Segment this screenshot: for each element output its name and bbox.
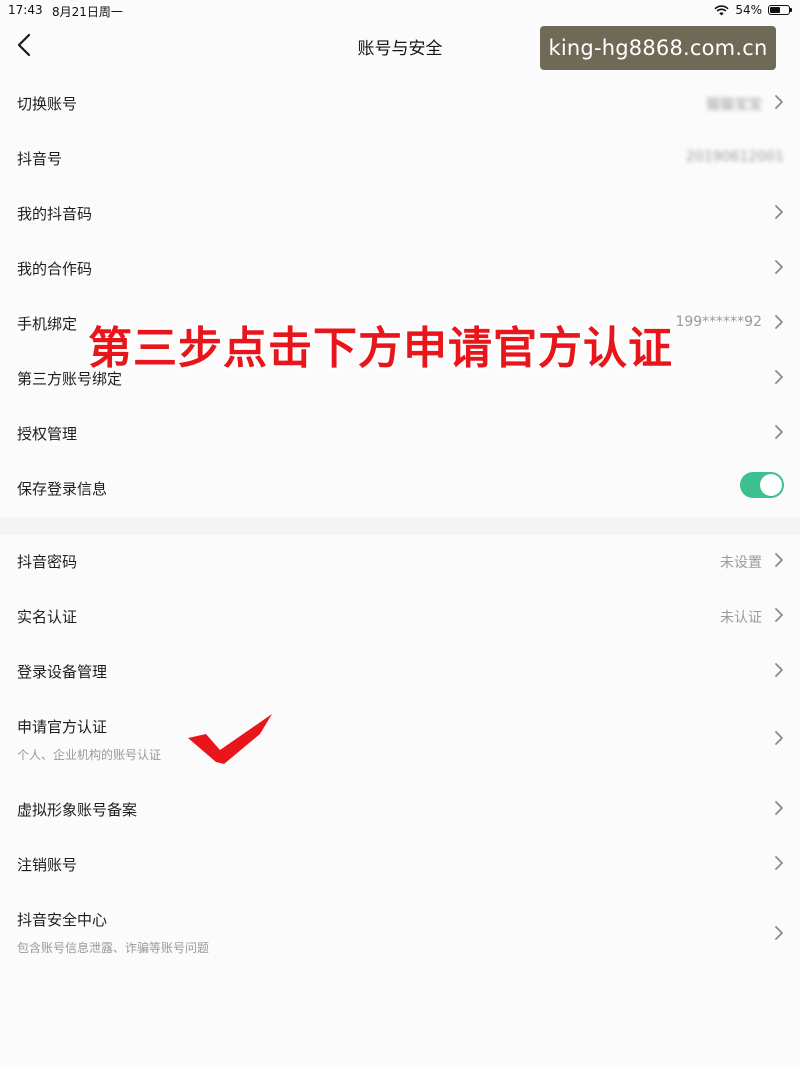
- status-bar: 17:43 8月21日周一 54%: [0, 0, 800, 20]
- chevron-right-icon: [775, 731, 783, 745]
- row-label: 授权管理: [17, 425, 78, 443]
- row-save-login-info: 保存登录信息: [0, 460, 800, 515]
- instruction-banner: 第三步点击下方申请官方认证: [88, 323, 673, 374]
- chevron-right-icon: [775, 663, 783, 677]
- account-security-page: 17:43 8月21日周一 54% 账号与安全 king-hg8868.com.…: [0, 0, 800, 1067]
- chevron-right-icon: [775, 856, 783, 870]
- row-value: 猫猫宝宝: [706, 97, 762, 113]
- chevron-right-icon: [775, 926, 783, 940]
- battery-percent: 54%: [735, 3, 762, 17]
- chevron-right-icon: [775, 315, 783, 329]
- row-label: 登录设备管理: [17, 663, 108, 681]
- row-real-name-verification[interactable]: 实名认证 未认证: [0, 588, 800, 643]
- battery-icon: [768, 5, 792, 15]
- row-label: 我的合作码: [17, 260, 93, 278]
- row-label: 抖音号: [17, 150, 63, 168]
- row-label: 注销账号: [17, 856, 78, 874]
- chevron-right-icon: [775, 425, 783, 439]
- row-label: 手机绑定: [17, 315, 78, 333]
- save-login-toggle[interactable]: [740, 472, 784, 498]
- chevron-right-icon: [775, 260, 783, 274]
- checkmark-icon: [188, 714, 272, 764]
- row-label: 抖音密码: [17, 553, 78, 571]
- chevron-right-icon: [775, 608, 783, 622]
- row-cooperation-code[interactable]: 我的合作码: [0, 240, 800, 295]
- watermark: king-hg8868.com.cn: [540, 26, 776, 70]
- row-douyin-id[interactable]: 抖音号 20190612001: [0, 130, 800, 185]
- row-official-verification[interactable]: 申请官方认证 个人、企业机构的账号认证: [0, 698, 800, 764]
- row-subtitle: 包含账号信息泄露、诈骗等账号问题: [17, 941, 210, 955]
- chevron-right-icon: [775, 553, 783, 567]
- row-cancel-account[interactable]: 注销账号: [0, 836, 800, 891]
- row-label: 虚拟形象账号备案: [17, 801, 138, 819]
- row-value: 20190612001: [686, 149, 784, 165]
- chevron-right-icon: [775, 205, 783, 219]
- row-value: 未设置: [720, 555, 762, 571]
- row-value: 未认证: [720, 610, 762, 626]
- row-douyin-password[interactable]: 抖音密码 未设置: [0, 533, 800, 588]
- row-label: 切换账号: [17, 95, 78, 113]
- row-login-device-management[interactable]: 登录设备管理: [0, 643, 800, 698]
- row-authorization-management[interactable]: 授权管理: [0, 405, 800, 460]
- row-label: 抖音安全中心: [17, 911, 108, 929]
- battery-fill: [770, 7, 780, 13]
- wifi-icon: [714, 4, 729, 15]
- status-date: 8月21日周一: [52, 5, 123, 19]
- row-virtual-avatar-filing[interactable]: 虚拟形象账号备案: [0, 781, 800, 836]
- row-my-qr-code[interactable]: 我的抖音码: [0, 185, 800, 240]
- toggle-knob: [760, 474, 782, 496]
- status-time: 17:43: [8, 3, 43, 17]
- row-subtitle: 个人、企业机构的账号认证: [17, 748, 162, 762]
- chevron-right-icon: [775, 370, 783, 384]
- row-switch-account[interactable]: 切换账号 猫猫宝宝: [0, 75, 800, 130]
- chevron-right-icon: [775, 801, 783, 815]
- row-label: 申请官方认证: [17, 718, 108, 736]
- row-security-center[interactable]: 抖音安全中心 包含账号信息泄露、诈骗等账号问题: [0, 891, 800, 957]
- row-label: 保存登录信息: [17, 480, 108, 498]
- chevron-right-icon: [775, 95, 783, 109]
- row-label: 实名认证: [17, 608, 78, 626]
- row-label: 我的抖音码: [17, 205, 93, 223]
- status-right: 54%: [714, 3, 792, 17]
